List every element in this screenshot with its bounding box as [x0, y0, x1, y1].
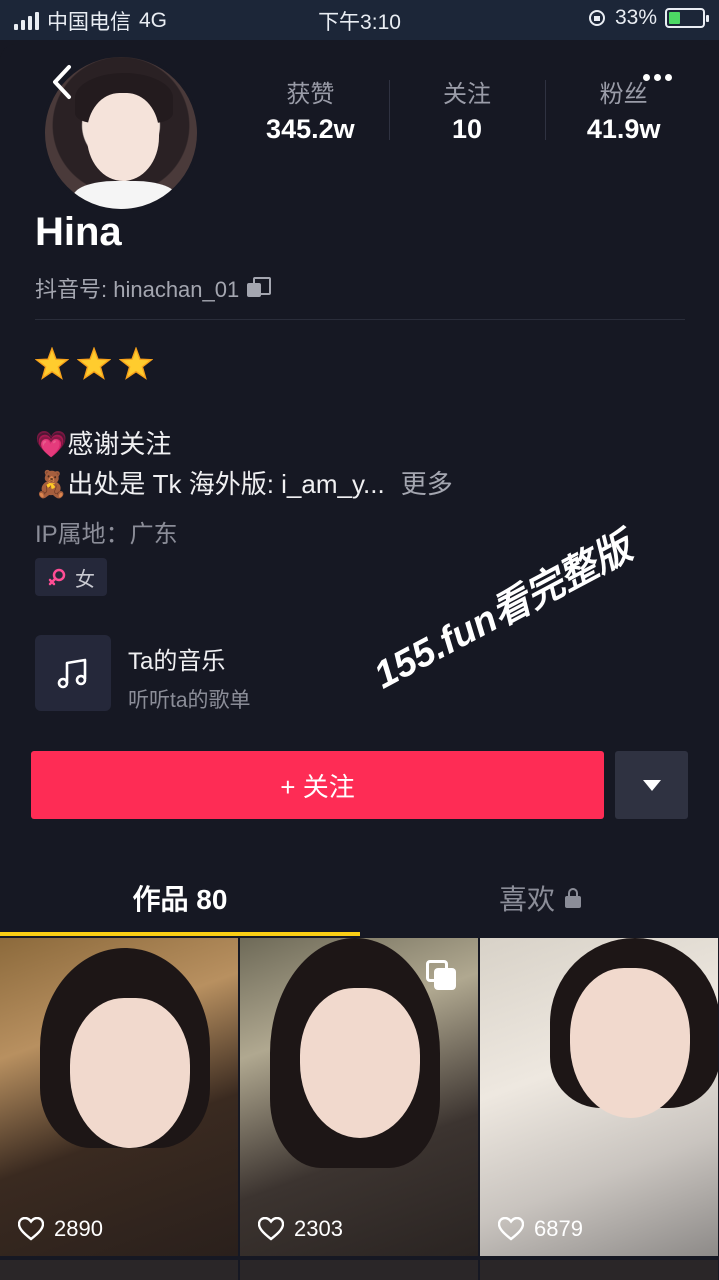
bio-stars	[35, 344, 675, 384]
video-thumbnail-next-row[interactable]	[480, 1260, 718, 1280]
tab-likes[interactable]: 喜欢	[360, 860, 719, 936]
video-thumbnail-next-row[interactable]	[0, 1260, 238, 1280]
bio-line-2[interactable]: 🧸出处是 Tk 海外版: i_am_y... 更多	[35, 464, 675, 504]
music-card[interactable]	[35, 635, 111, 711]
back-button[interactable]	[44, 62, 80, 102]
female-icon	[48, 568, 66, 586]
stat-following[interactable]: 关注 10	[388, 74, 546, 154]
follow-button[interactable]: + 关注	[31, 751, 604, 819]
like-count-text: 2890	[54, 1216, 103, 1241]
follow-dropdown-button[interactable]	[615, 751, 688, 819]
tab-works[interactable]: 作品 80	[0, 860, 360, 936]
profile-stats: 获赞 345.2w 关注 10 粉丝 41.9w	[232, 74, 702, 154]
status-bar: 中国电信 4G 下午3:10 33%	[0, 0, 719, 40]
video-grid: 2890 2303 6879	[0, 938, 719, 1280]
caret-down-icon	[642, 779, 661, 791]
orientation-lock-icon	[588, 10, 605, 26]
bio: 💗感谢关注 🧸出处是 Tk 海外版: i_am_y... 更多	[35, 344, 675, 504]
battery-percent: 33%	[614, 6, 657, 29]
chevron-left-icon	[53, 65, 71, 99]
star-icon	[77, 347, 111, 380]
video-thumbnail[interactable]: 2303	[240, 938, 478, 1256]
music-note-icon	[57, 658, 87, 689]
stat-label: 关注	[443, 81, 491, 108]
tab-likes-label: 喜欢	[498, 884, 555, 915]
profile-header: 获赞 345.2w 关注 10 粉丝 41.9w Hina 抖音号: hinac…	[0, 44, 719, 924]
heart-icon	[18, 1217, 44, 1241]
like-count: 2303	[258, 1216, 343, 1242]
stat-followers[interactable]: 粉丝 41.9w	[545, 74, 702, 154]
douyin-id: 抖音号: hinachan_01	[35, 272, 272, 304]
tab-indicator	[0, 932, 360, 936]
stat-value: 10	[451, 114, 483, 144]
heart-icon	[258, 1217, 284, 1241]
watermark: 155.fun看完整版	[367, 526, 639, 698]
star-icon	[35, 347, 69, 380]
music-subtitle: 听听ta的歌单	[128, 689, 251, 712]
heart-icon	[498, 1217, 524, 1241]
bio-line-2-text: 🧸出处是 Tk 海外版: i_am_y...	[35, 469, 385, 499]
video-thumbnail-next-row[interactable]	[240, 1260, 478, 1280]
multi-image-icon	[426, 960, 456, 990]
like-count: 2890	[18, 1216, 103, 1242]
like-count-text: 2303	[294, 1216, 343, 1241]
stat-value: 41.9w	[586, 114, 661, 144]
status-right: 33%	[587, 6, 709, 30]
profile-name: Hina	[35, 210, 122, 254]
video-thumbnail[interactable]: 6879	[480, 938, 718, 1256]
profile-tabs: 作品 80 喜欢	[0, 860, 719, 936]
battery-icon	[665, 8, 709, 28]
bio-line-1: 💗感谢关注	[35, 429, 172, 459]
like-count: 6879	[498, 1216, 583, 1242]
gender-tag: 女	[35, 558, 107, 596]
bio-more-link[interactable]: 更多	[401, 464, 453, 504]
music-title[interactable]: Ta的音乐	[128, 641, 225, 676]
video-thumbnail[interactable]: 2890	[0, 938, 238, 1256]
ip-location: IP属地：广东	[35, 521, 178, 548]
stat-label: 粉丝	[599, 81, 648, 108]
stat-label: 获赞	[286, 81, 335, 108]
divider	[35, 319, 685, 320]
star-icon	[119, 347, 153, 380]
douyin-id-text: 抖音号: hinachan_01	[35, 277, 240, 302]
copy-icon[interactable]	[247, 277, 272, 299]
like-count-text: 6879	[534, 1216, 583, 1241]
gender-label: 女	[75, 568, 95, 591]
stat-value: 345.2w	[266, 114, 355, 144]
lock-icon	[565, 888, 581, 908]
stat-likes[interactable]: 获赞 345.2w	[232, 74, 389, 154]
